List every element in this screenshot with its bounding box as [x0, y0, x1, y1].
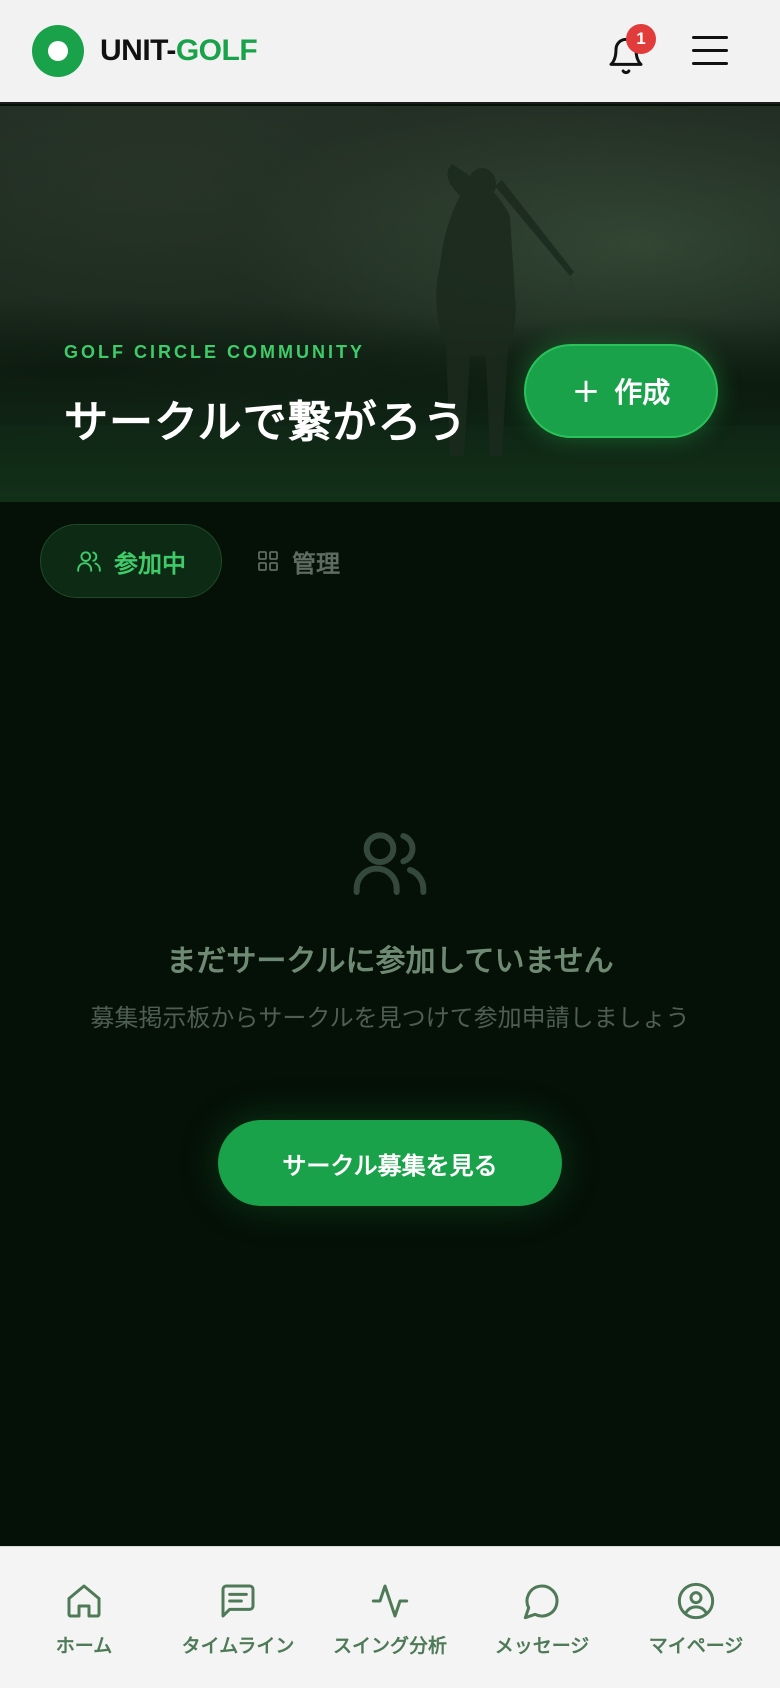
plus-icon: + [571, 371, 601, 411]
page-title: サークルで繋がろう [64, 397, 468, 448]
hero-banner: GOLF CIRCLE COMMUNITY サークルで繋がろう + 作成 [0, 106, 780, 502]
create-circle-button[interactable]: + 作成 [524, 344, 718, 438]
tab-joined[interactable]: 参加中 [40, 524, 222, 598]
activity-icon [371, 1584, 409, 1618]
empty-state-description: 募集掲示板からサークルを見つけて参加申請しましょう [90, 1004, 690, 1032]
notification-badge: 1 [626, 24, 656, 54]
nav-label-timeline: タイムライン [181, 1635, 295, 1657]
create-button-label: 作成 [614, 376, 671, 409]
bottom-navigation: ホーム タイムライン スイング分析 メッセージ マイページ [0, 1546, 780, 1688]
users-icon [353, 832, 427, 895]
nav-label-messages: メッセージ [494, 1635, 590, 1657]
nav-item-home[interactable]: ホーム [44, 1547, 124, 1688]
hamburger-menu-icon[interactable] [690, 32, 730, 70]
tab-joined-label: 参加中 [114, 549, 186, 578]
tab-manage[interactable]: 管理 [256, 524, 376, 598]
nav-label-mypage: マイページ [648, 1635, 744, 1657]
nav-item-timeline[interactable]: タイムライン [176, 1547, 300, 1688]
logo-text[interactable]: UNIT-GOLF [100, 34, 258, 68]
app-header: UNIT-GOLF 1 [0, 0, 780, 104]
nav-label-home: ホーム [55, 1635, 113, 1657]
nav-item-messages[interactable]: メッセージ [486, 1547, 598, 1688]
nav-item-swing-analysis[interactable]: スイング分析 [328, 1547, 452, 1688]
nav-item-mypage[interactable]: マイページ [642, 1547, 750, 1688]
nav-label-swing-analysis: スイング分析 [332, 1635, 447, 1657]
user-circle-icon [677, 1582, 715, 1620]
chat-bubble-icon [523, 1584, 559, 1620]
logo-icon[interactable] [32, 25, 84, 77]
message-square-icon [221, 1584, 255, 1618]
hero-eyebrow: GOLF CIRCLE COMMUNITY [64, 342, 365, 362]
tab-manage-label: 管理 [292, 549, 340, 578]
browse-recruitment-button[interactable]: サークル募集を見る [218, 1120, 562, 1206]
home-icon [67, 1584, 101, 1618]
grid-icon [258, 551, 278, 571]
notification-button[interactable]: 1 [606, 24, 656, 76]
empty-state-title: まだサークルに参加していません [166, 944, 614, 979]
users-icon [77, 551, 101, 572]
